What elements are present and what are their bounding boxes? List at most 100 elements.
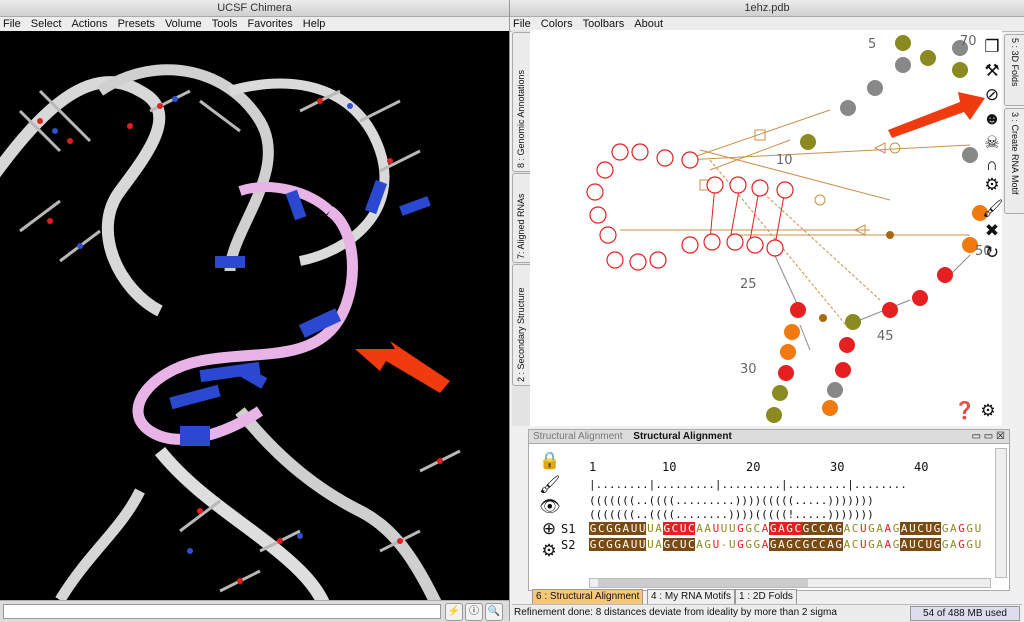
bracket-line-1: (((((((..((((.........))))(((((.....))))… <box>589 494 874 507</box>
ruler-ticks: |........|.........|.........|.........|… <box>589 478 907 491</box>
help-icon[interactable]: ❓ <box>954 402 975 420</box>
skull-icon[interactable]: ☠ <box>982 134 1002 152</box>
nucleotide: G <box>662 522 671 535</box>
horizontal-scrollbar[interactable] <box>589 578 991 588</box>
nucleotide: A <box>704 522 712 535</box>
label-10: 10 <box>776 153 793 168</box>
nucleotide: A <box>843 538 851 551</box>
nucleotide: C <box>597 522 606 535</box>
menu-favorites[interactable]: Favorites <box>247 18 292 30</box>
search-icon[interactable]: 🔍 <box>485 603 503 621</box>
tab-structural-alignment-inactive[interactable]: Structural Alignment <box>529 431 627 442</box>
tab-structural-alignment-active[interactable]: Structural Alignment <box>629 431 736 442</box>
window-controls-icon[interactable]: ▭ ▭ ☒ <box>968 430 1009 443</box>
nucleotide: U <box>629 522 639 535</box>
chimera-menubar: File Select Actions Presets Volume Tools… <box>0 17 509 32</box>
nucleotide: A <box>900 538 909 551</box>
hammer-icon[interactable]: ⚒ <box>982 62 1002 80</box>
nucleotide: A <box>826 522 835 535</box>
structural-alignment-panel: Structural Alignment Structural Alignmen… <box>528 429 1010 591</box>
nucleotide: G <box>966 538 974 551</box>
bracket-line-2: (((((((..((((........))))(((((!.....))))… <box>589 508 874 521</box>
label-45: 45 <box>877 329 894 344</box>
nucleotide: G <box>769 522 778 535</box>
tab-my-rna-motifs[interactable]: 4 : My RNA Motifs <box>647 589 736 605</box>
eye-icon[interactable]: 👁 <box>539 498 561 516</box>
settings-icon[interactable]: ⚙ <box>978 402 998 420</box>
nucleotide: G <box>704 538 712 551</box>
forbidden-icon[interactable]: ⊘ <box>982 86 1002 104</box>
nucleotide: G <box>745 522 752 535</box>
menu-actions[interactable]: Actions <box>71 18 107 30</box>
status-bar: Refinement done: 8 distances deviate fro… <box>512 604 1022 621</box>
nucleotide: A <box>655 522 662 535</box>
nucleotide: G <box>892 522 900 535</box>
menu-toolbars[interactable]: Toolbars <box>583 18 625 30</box>
secondary-structure-canvas[interactable]: 5 10 25 30 45 50 70 <box>530 30 1002 426</box>
menu-file[interactable]: File <box>3 18 21 30</box>
menu-file[interactable]: File <box>513 18 531 30</box>
info-icon[interactable]: ⓘ <box>465 603 483 621</box>
nucleotide: G <box>745 538 752 551</box>
menu-tools[interactable]: Tools <box>212 18 238 30</box>
window-stack-icon[interactable]: ❐ <box>982 38 1002 56</box>
lightning-icon[interactable]: ⚡ <box>445 603 463 621</box>
rna-2d-diagram: 5 10 25 30 45 50 70 <box>586 34 992 423</box>
nucleotide: U <box>638 522 647 535</box>
nucleotide: U <box>859 538 867 551</box>
menu-about[interactable]: About <box>634 18 663 30</box>
nucleotide: G <box>958 538 965 551</box>
nucleotide: U <box>924 538 933 551</box>
menu-volume[interactable]: Volume <box>165 18 202 30</box>
assemble-title: 1ehz.pdb <box>510 0 1024 17</box>
nucleotide: C <box>810 522 819 535</box>
nucleotide: G <box>589 522 598 535</box>
nucleotide: G <box>785 538 794 551</box>
nucleotide: G <box>932 522 942 535</box>
nucleotide: G <box>834 522 843 535</box>
tab-structural-alignment[interactable]: 6 : Structural Alignment <box>532 589 644 605</box>
seq-label-s2: S2 <box>561 538 576 552</box>
command-line-input[interactable] <box>3 604 441 619</box>
nucleotide: C <box>916 522 925 535</box>
smiley-icon[interactable]: ☻ <box>982 110 1002 128</box>
magnet-icon[interactable]: ∩ <box>982 156 1002 174</box>
nucleotide: A <box>826 538 835 551</box>
lock-icon[interactable]: 🔒 <box>539 452 560 470</box>
nucleotide: C <box>753 522 761 535</box>
nucleotide: G <box>769 538 778 551</box>
tab-2d-folds[interactable]: 1 : 2D Folds <box>735 589 797 605</box>
nucleotide: C <box>597 538 606 551</box>
chimera-command-bar: ⚡ ⓘ 🔍 <box>0 600 509 622</box>
tab-create-rna-motif[interactable]: 3 : Create RNA Motif <box>1004 108 1024 214</box>
gears-icon[interactable]: ⚙ <box>982 176 1002 194</box>
expand-icon[interactable]: ✖ <box>982 222 1002 240</box>
molecule-viewer[interactable] <box>0 31 509 600</box>
nucleotide: C <box>687 522 696 535</box>
brush-icon[interactable]: 🖌 <box>539 476 561 494</box>
nucleotide: U <box>974 522 982 535</box>
nucleotide: A <box>950 538 957 551</box>
nucleotide: U <box>647 538 654 551</box>
nucleotide: G <box>801 538 811 551</box>
menu-colors[interactable]: Colors <box>541 18 573 30</box>
tab-3d-folds[interactable]: 5 : 3D Folds <box>1004 34 1024 106</box>
scrollbar-thumb[interactable] <box>598 579 808 587</box>
brush-icon[interactable]: 🖌 <box>982 200 1004 218</box>
menu-presets[interactable]: Presets <box>118 18 155 30</box>
menu-help[interactable]: Help <box>303 18 326 30</box>
gears-icon[interactable]: ⚙ <box>539 542 559 560</box>
nucleotide: C <box>851 538 859 551</box>
target-icon[interactable]: ⊕ <box>539 520 559 538</box>
nucleotide: G <box>662 538 671 551</box>
nucleotide: G <box>834 538 843 551</box>
menu-select[interactable]: Select <box>31 18 62 30</box>
label-70: 70 <box>960 34 977 49</box>
sequence-s1[interactable]: GCGGAUUUAGCUCAAUUUGGCAGAGCGCCAGACUGAAGAU… <box>589 522 982 535</box>
nucleotide: A <box>761 538 769 551</box>
vertical-scrollbar[interactable] <box>995 448 1007 578</box>
nucleotide: G <box>801 522 811 535</box>
rotate-icon[interactable]: ↻ <box>982 244 1002 262</box>
nucleotide: C <box>818 522 827 535</box>
sequence-s2[interactable]: GCGGAUUUAGCUCAGU-UGGGAGAGCGCCAGACUGAAGAU… <box>589 538 982 551</box>
